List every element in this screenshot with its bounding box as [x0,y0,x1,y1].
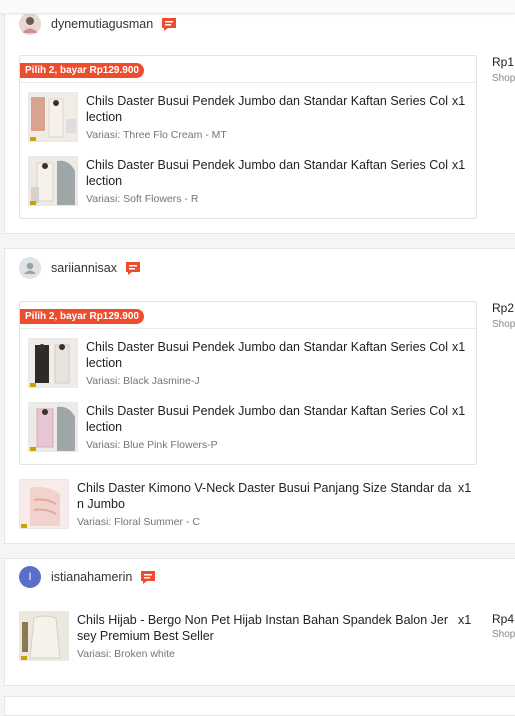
avatar[interactable] [19,13,41,35]
product-name[interactable]: Chils Daster Busui Pendek Jumbo dan Stan… [86,94,448,125]
order-card: sariiannisax Rp2 Shop Pilih 2, bayar Rp1… [4,248,515,544]
avatar-initial: I [28,571,32,583]
product-quantity: x1 [452,94,466,108]
order-card: dynemutiagusman Rp1 Shop Pilih 2, bayar … [4,0,515,234]
product-thumbnail [19,479,69,529]
product-variant: Variasi: Blue Pink Flowers-P [86,439,218,451]
product-quantity: x1 [458,481,472,495]
avatar[interactable]: I [19,566,41,588]
product-thumbnail [28,156,78,206]
product-quantity: x1 [452,340,466,354]
order-total: Rp4 [492,612,515,626]
top-bar [0,0,515,14]
bundle-tag-row: Pilih 2, bayar Rp129.900 [20,56,476,83]
product-variant: Variasi: Three Flo Cream - MT [86,129,227,141]
order-card: I istianahamerin Rp4 Shop Chils Hijab - … [4,558,515,686]
bundle-group: Pilih 2, bayar Rp129.900 Chils Daster Bu… [19,55,477,219]
bundle-promo-badge: Pilih 2, bayar Rp129.900 [20,309,144,324]
order-card [4,696,515,716]
bundle-promo-badge: Pilih 2, bayar Rp129.900 [20,63,144,78]
product-variant: Variasi: Broken white [77,648,175,660]
order-header: sariiannisax [19,256,141,280]
product-quantity: x1 [452,404,466,418]
order-total: Rp1 [492,55,515,69]
chat-icon[interactable] [161,17,177,32]
username[interactable]: sariiannisax [51,261,117,275]
list-item[interactable]: Chils Daster Busui Pendek Jumbo dan Stan… [20,402,476,456]
product-name[interactable]: Chils Daster Kimono V-Neck Daster Busui … [77,481,453,512]
product-name[interactable]: Chils Daster Busui Pendek Jumbo dan Stan… [86,404,448,435]
product-variant: Variasi: Floral Summer - C [77,516,200,528]
bundle-group: Pilih 2, bayar Rp129.900 Chils Daster Bu… [19,301,477,465]
list-item[interactable]: Chils Daster Kimono V-Neck Daster Busui … [11,479,481,533]
product-thumbnail [28,92,78,142]
chat-icon[interactable] [140,570,156,585]
bundle-tag-row: Pilih 2, bayar Rp129.900 [20,302,476,329]
product-name[interactable]: Chils Hijab - Bergo Non Pet Hijab Instan… [77,613,453,644]
product-name[interactable]: Chils Daster Busui Pendek Jumbo dan Stan… [86,158,448,189]
list-item[interactable]: Chils Hijab - Bergo Non Pet Hijab Instan… [11,611,481,665]
shop-label[interactable]: Shop [492,73,515,84]
product-variant: Variasi: Black Jasmine-J [86,375,200,387]
product-name[interactable]: Chils Daster Busui Pendek Jumbo dan Stan… [86,340,448,371]
product-quantity: x1 [458,613,472,627]
product-thumbnail [28,338,78,388]
order-total: Rp2 [492,301,515,315]
shop-label[interactable]: Shop [492,319,515,330]
list-item[interactable]: Chils Daster Busui Pendek Jumbo dan Stan… [20,92,476,146]
order-header: dynemutiagusman [19,12,177,36]
product-variant: Variasi: Soft Flowers - R [86,193,199,205]
avatar[interactable] [19,257,41,279]
username[interactable]: dynemutiagusman [51,17,153,31]
chat-icon[interactable] [125,261,141,276]
product-quantity: x1 [452,158,466,172]
list-item[interactable]: Chils Daster Busui Pendek Jumbo dan Stan… [20,338,476,392]
order-header: I istianahamerin [19,565,156,589]
product-thumbnail [28,402,78,452]
shop-label[interactable]: Shop [492,629,515,640]
username[interactable]: istianahamerin [51,570,132,584]
list-item[interactable]: Chils Daster Busui Pendek Jumbo dan Stan… [20,156,476,210]
product-thumbnail [19,611,69,661]
